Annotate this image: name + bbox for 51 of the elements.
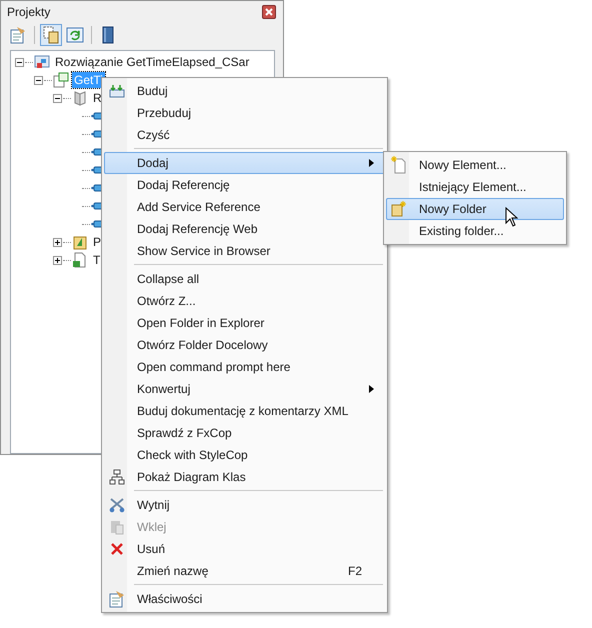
menu-item[interactable]: Właściwości: [104, 588, 385, 610]
menu-item[interactable]: Nowy Element...: [386, 154, 564, 176]
menu-item[interactable]: Collapse all: [104, 268, 385, 290]
menu-item[interactable]: Otwórz Folder Docelowy: [104, 334, 385, 356]
diagram-icon: [109, 469, 125, 485]
tree-item[interactable]: R: [91, 90, 104, 106]
menu-item[interactable]: Open Folder in Explorer: [104, 312, 385, 334]
menu-item[interactable]: Zmień nazwę F2: [104, 560, 385, 582]
delete-icon: [110, 542, 124, 556]
menu-item[interactable]: Show Service in Browser: [104, 240, 385, 262]
expand-icon[interactable]: [53, 238, 62, 246]
tree-item[interactable]: T: [91, 252, 102, 268]
properties-folder-icon: [72, 234, 88, 250]
scissors-icon: [109, 497, 125, 513]
book-icon: [72, 90, 88, 106]
menu-item[interactable]: Check with StyleCop: [104, 444, 385, 466]
new-page-icon: [391, 156, 407, 174]
build-icon: [109, 84, 125, 98]
new-folder-icon: [391, 201, 407, 217]
solution-icon: [34, 54, 50, 70]
collapse-icon[interactable]: [15, 58, 24, 66]
menu-item[interactable]: Czyść: [104, 124, 385, 146]
close-button[interactable]: [262, 5, 276, 19]
mouse-cursor-icon: [505, 207, 518, 227]
collapse-icon[interactable]: [34, 76, 43, 84]
tree-item[interactable]: Rozwiązanie GetTimeElapsed_CSar: [53, 54, 252, 70]
menu-item[interactable]: Add Service Reference: [104, 196, 385, 218]
panel-title: Projekty: [7, 5, 50, 19]
code-file-icon: [72, 252, 88, 268]
menu-item[interactable]: Nowy Folder: [386, 198, 564, 220]
expand-icon[interactable]: [53, 256, 62, 264]
clipboard-icon: [109, 519, 125, 535]
menu-item[interactable]: Dodaj Referencję: [104, 174, 385, 196]
menu-item[interactable]: Pokaż Diagram Klas: [104, 466, 385, 488]
properties-icon: [108, 590, 126, 608]
pages-button[interactable]: [40, 24, 62, 46]
menu-item[interactable]: Existing folder...: [386, 220, 564, 242]
menu-item[interactable]: Istniejący Element...: [386, 176, 564, 198]
menu-item[interactable]: Dodaj Referencję Web: [104, 218, 385, 240]
menu-item[interactable]: Sprawdź z FxCop: [104, 422, 385, 444]
menu-item[interactable]: Przebuduj: [104, 102, 385, 124]
menu-item[interactable]: Buduj dokumentację z komentarzy XML: [104, 400, 385, 422]
collapse-icon[interactable]: [53, 94, 62, 102]
menu-item[interactable]: Konwertuj: [104, 378, 385, 400]
menu-item[interactable]: Dodaj: [104, 152, 385, 174]
menu-item[interactable]: Wytnij: [104, 494, 385, 516]
menu-item[interactable]: Otwórz Z...: [104, 290, 385, 312]
tree-item[interactable]: P: [91, 234, 104, 250]
menu-item[interactable]: Open command prompt here: [104, 356, 385, 378]
menu-item[interactable]: Usuń: [104, 538, 385, 560]
menu-item[interactable]: Buduj: [104, 80, 385, 102]
